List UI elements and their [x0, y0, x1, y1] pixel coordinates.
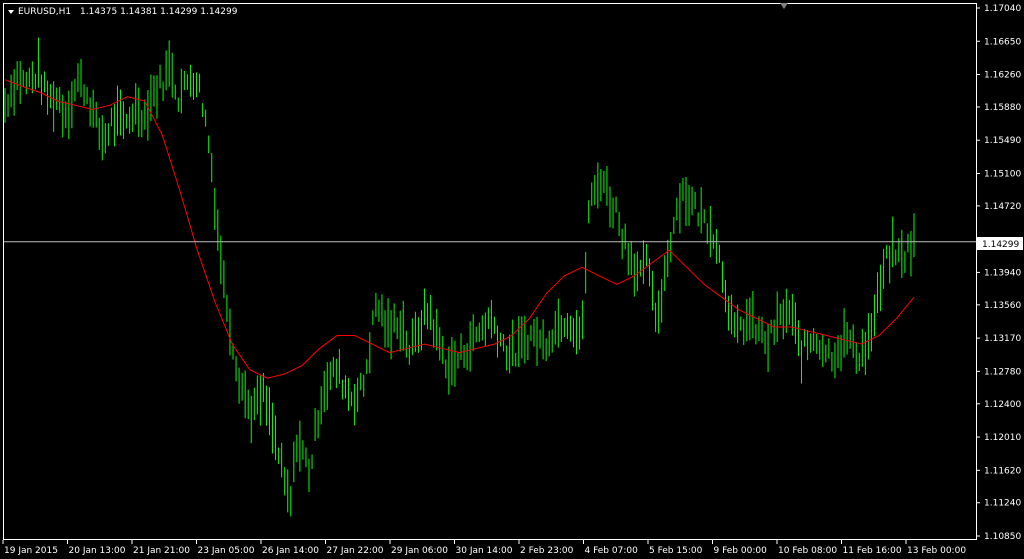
time-tick-label: 26 Jan 14:00	[262, 546, 319, 556]
time-tick-label: 27 Jan 22:00	[327, 546, 384, 556]
symbol-label: EURUSD,H1	[18, 7, 71, 17]
current-price-tag-label: 1.14299	[982, 240, 1019, 250]
price-tick-label: 1.15880	[984, 103, 1021, 113]
price-tick-label: 1.16650	[984, 37, 1021, 47]
time-tick-label: 11 Feb 16:00	[843, 546, 902, 556]
time-tick-label: 9 Feb 00:00	[714, 546, 768, 556]
price-tick-label: 1.12010	[984, 433, 1021, 443]
price-tick-label: 1.11620	[984, 466, 1021, 476]
time-tick-label: 21 Jan 21:00	[133, 546, 190, 556]
time-tick-label: 19 Jan 2015	[4, 546, 58, 556]
time-tick-label: 13 Feb 00:00	[907, 546, 966, 556]
price-tick-label: 1.13940	[984, 268, 1021, 278]
price-tick-label: 1.14720	[984, 202, 1021, 212]
price-tick-label: 1.16260	[984, 71, 1021, 81]
price-tick-label: 1.13170	[984, 334, 1021, 344]
time-tick-label: 30 Jan 14:00	[456, 546, 513, 556]
price-chart[interactable]: EURUSD,H1 1.14375 1.14381 1.14299 1.1429…	[0, 0, 1024, 559]
price-tick-label: 1.17040	[984, 4, 1021, 14]
price-tick-label: 1.12400	[984, 400, 1021, 410]
ohlc-label: 1.14375 1.14381 1.14299 1.14299	[80, 7, 238, 17]
time-tick-label: 5 Feb 15:00	[649, 546, 703, 556]
price-tick-label: 1.15100	[984, 169, 1021, 179]
time-tick-label: 10 Feb 08:00	[778, 546, 837, 556]
time-tick-label: 4 Feb 07:00	[585, 546, 639, 556]
price-tick-label: 1.15490	[984, 136, 1021, 146]
time-tick-label: 20 Jan 13:00	[69, 546, 126, 556]
time-tick-label: 29 Jan 06:00	[391, 546, 448, 556]
price-tick-label: 1.11240	[984, 499, 1021, 509]
time-tick-label: 23 Jan 05:00	[198, 546, 255, 556]
time-tick-label: 2 Feb 23:00	[520, 546, 574, 556]
price-tick-label: 1.10850	[984, 532, 1021, 542]
price-tick-label: 1.12780	[984, 367, 1021, 377]
price-tick-label: 1.13560	[984, 301, 1021, 311]
